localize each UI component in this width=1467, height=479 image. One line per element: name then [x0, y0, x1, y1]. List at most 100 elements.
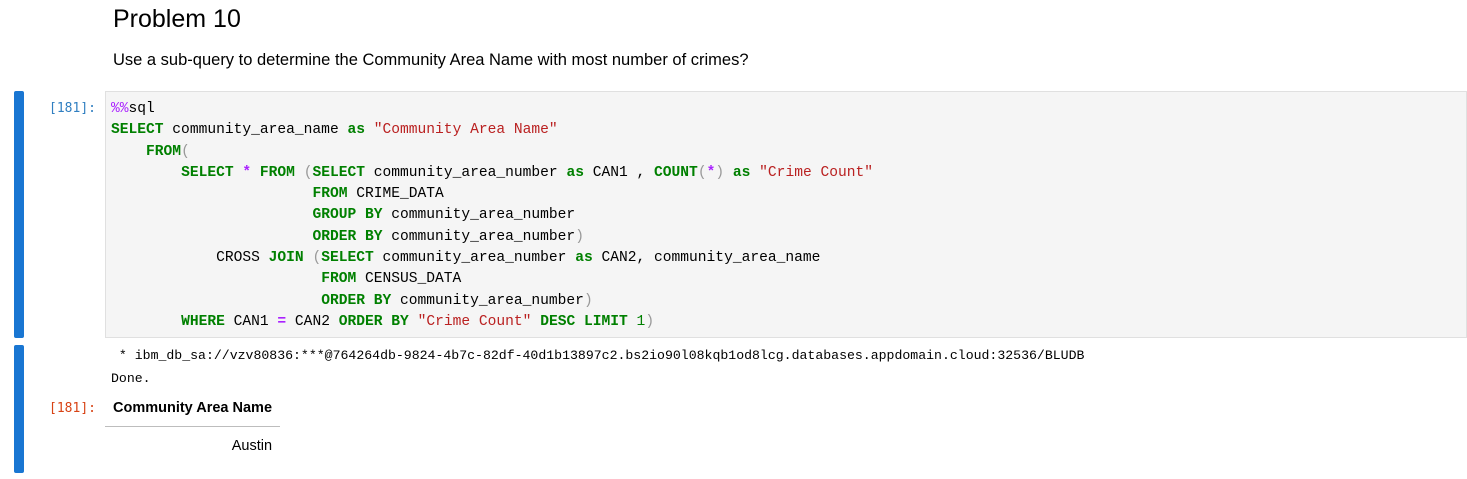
sql-keyword: ORDER	[312, 228, 357, 245]
sql-keyword: DESC	[540, 313, 576, 330]
sql-keyword: BY	[365, 207, 383, 224]
sql-paren: (	[697, 164, 707, 181]
code-line: FROM CRIME_DATA	[111, 184, 873, 205]
sql-operator: *	[242, 164, 252, 181]
sql-paren: (	[181, 143, 190, 160]
code-line: ORDER BY community_area_number)	[111, 291, 873, 312]
code-line: CROSS JOIN (SELECT community_area_number…	[111, 248, 873, 269]
sql-paren: )	[715, 164, 725, 181]
sql-keyword: FROM	[146, 143, 182, 160]
result-table: Community Area Name Austin	[105, 395, 281, 466]
sql-text: CAN1	[224, 313, 278, 330]
sql-keyword: as	[575, 250, 593, 267]
sql-text: community_area_number	[382, 228, 576, 245]
sql-code[interactable]: %%sql SELECT community_area_name as "Comm…	[111, 99, 873, 333]
code-line: SELECT * FROM ( SELECT community_area_num…	[111, 163, 873, 184]
code-line: ORDER BY community_area_number)	[111, 227, 873, 248]
input-prompt: [181]:	[49, 101, 96, 116]
table-row: Austin	[105, 427, 280, 466]
sql-string: "Crime Count"	[759, 164, 874, 181]
sql-keyword: BY	[365, 228, 383, 245]
sql-string: "Crime Count"	[417, 313, 532, 330]
code-line: FROM(	[111, 142, 873, 163]
sql-magic: %%	[111, 101, 129, 117]
column-header: Community Area Name	[105, 395, 281, 427]
sql-text: CENSUS_DATA	[356, 271, 462, 288]
sql-text: community_area_number	[382, 207, 576, 224]
sql-operator: =	[277, 313, 287, 330]
output-prompt: [181]:	[49, 401, 96, 416]
output-cell-collapser[interactable]	[14, 345, 24, 473]
sql-keyword: SELECT	[181, 164, 234, 181]
sql-keyword: JOIN	[268, 250, 304, 267]
code-line: SELECT community_area_name as "Community…	[111, 120, 873, 141]
code-line: WHERE CAN1 = CAN2 ORDER BY "Crime Count"…	[111, 312, 873, 333]
code-line: GROUP BY community_area_number	[111, 205, 873, 226]
sql-keyword: FROM	[321, 271, 357, 288]
sql-keyword: FROM	[259, 164, 295, 181]
status-text: Done.	[111, 371, 151, 386]
sql-paren: )	[645, 313, 655, 330]
sql-keyword: COUNT	[654, 164, 698, 181]
code-editor[interactable]: %%sql SELECT community_area_name as "Comm…	[105, 91, 1467, 338]
table-cell: Austin	[231, 438, 273, 454]
input-cell-collapser[interactable]	[14, 91, 24, 338]
code-line: FROM CENSUS_DATA	[111, 269, 873, 290]
sql-text: sql	[128, 101, 155, 117]
sql-paren: )	[575, 228, 584, 245]
sql-keyword: ORDER	[321, 292, 365, 309]
sql-keyword: BY	[373, 292, 392, 309]
sql-text: CAN1 ,	[583, 164, 655, 181]
sql-keyword: FROM	[312, 186, 348, 203]
sql-keyword: SELECT	[111, 122, 164, 139]
sql-keyword: ORDER	[338, 313, 383, 330]
sql-text: community_area_name	[163, 122, 348, 139]
sql-keyword: LIMIT	[583, 313, 628, 330]
sql-keyword: SELECT	[312, 164, 366, 181]
sql-keyword: GROUP	[312, 207, 357, 224]
sql-paren: )	[583, 292, 593, 309]
problem-title: Problem 10	[113, 5, 241, 33]
sql-keyword: BY	[391, 313, 409, 330]
sql-keyword: as	[566, 164, 584, 181]
sql-keyword: as	[347, 122, 365, 139]
sql-string: "Community Area Name"	[373, 122, 558, 139]
sql-text: CROSS	[111, 250, 269, 267]
sql-text: CRIME_DATA	[347, 186, 444, 203]
problem-question: Use a sub-query to determine the Communi…	[113, 51, 749, 69]
sql-keyword: as	[732, 164, 751, 181]
sql-text: CAN2	[286, 313, 339, 330]
connection-string: * ibm_db_sa://vzv80836:***@764264db-9824…	[111, 348, 1085, 363]
sql-paren: (	[312, 250, 322, 267]
table-header-row: Community Area Name	[105, 395, 281, 427]
sql-number: 1	[636, 313, 646, 330]
code-line: %%sql	[111, 99, 873, 120]
sql-keyword: WHERE	[181, 313, 225, 330]
sql-text: CAN2, community_area_name	[592, 250, 821, 267]
sql-text: community_area_number	[365, 164, 567, 181]
sql-text: community_area_number	[373, 250, 576, 267]
sql-keyword: SELECT	[321, 250, 374, 267]
sql-text: community_area_number	[391, 292, 584, 309]
